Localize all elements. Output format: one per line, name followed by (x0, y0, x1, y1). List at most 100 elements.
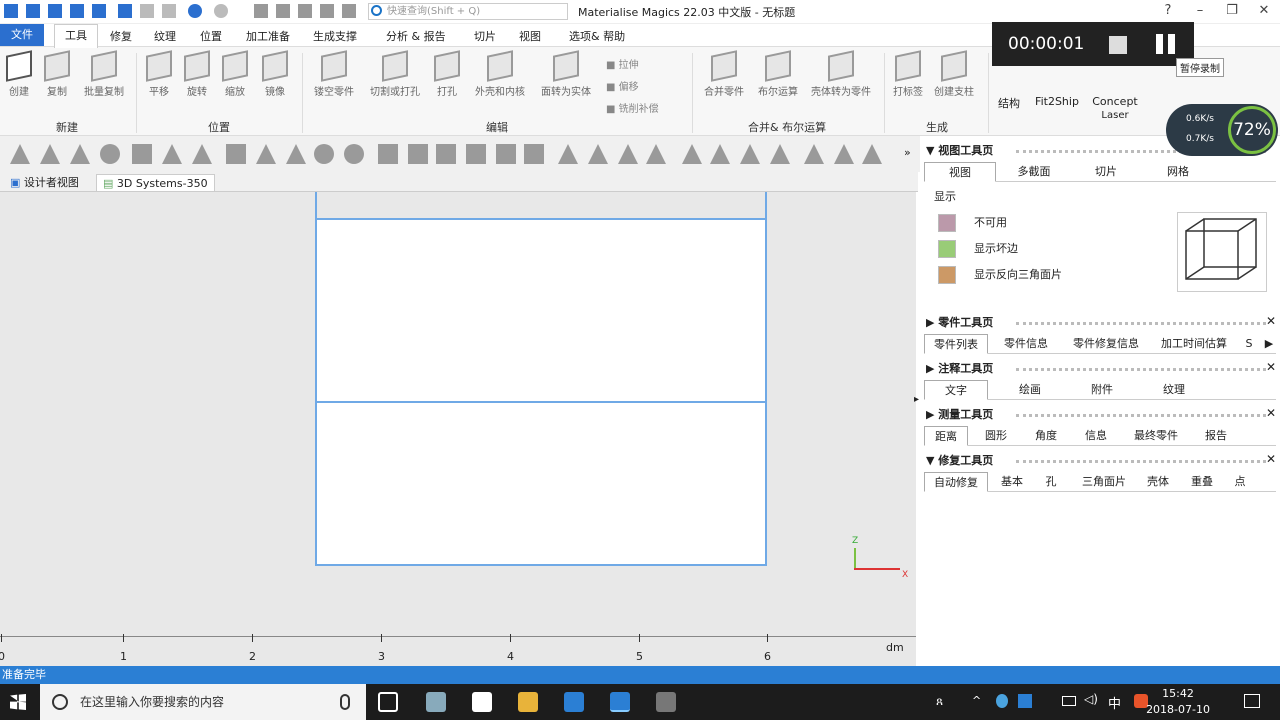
merge-parts-button[interactable]: 合并零件 (700, 50, 748, 98)
file-explorer-icon[interactable] (518, 692, 538, 712)
menu-tools[interactable]: 工具 (54, 24, 98, 48)
fit2ship-button[interactable]: Fit2Ship (1034, 95, 1080, 108)
shape-tool-icon[interactable] (10, 144, 30, 164)
menu-slice[interactable]: 切片 (474, 28, 496, 44)
taskbar-clock[interactable]: 15:42 2018-07-10 (1146, 686, 1210, 718)
menu-analysis[interactable]: 分析 & 报告 (386, 28, 446, 44)
zoom-icon[interactable] (276, 4, 290, 18)
export-icon[interactable] (140, 4, 154, 18)
tab-slice[interactable]: 切片 (1074, 162, 1138, 182)
recorder-app-icon[interactable] (656, 692, 676, 712)
maximize-button[interactable]: ❐ (1216, 0, 1248, 24)
menu-support[interactable]: 生成支撑 (313, 28, 357, 44)
shape-tool-icon[interactable] (804, 144, 824, 164)
close-measure-page-icon[interactable]: ✕ (1266, 406, 1276, 420)
ime-indicator[interactable]: 中 (1108, 693, 1121, 712)
tab-designer-view[interactable]: ▣ 设计者视图 (4, 174, 85, 192)
shape-tool-icon[interactable] (682, 144, 702, 164)
hollow-part-button[interactable]: 镂空零件 (310, 50, 358, 98)
tab-text[interactable]: 文字 (924, 380, 988, 400)
tab-report[interactable]: 报告 (1194, 426, 1238, 446)
shape-tool-icon[interactable] (314, 144, 334, 164)
shape-tool-icon[interactable] (70, 144, 90, 164)
parts-page-header[interactable]: ▶ 零件工具页 (926, 314, 993, 332)
people-icon[interactable]: ጸ (936, 694, 943, 709)
create-strut-button[interactable]: 创建支柱 (930, 50, 978, 98)
translate-button[interactable]: 平移 (144, 50, 174, 98)
view-icon[interactable] (254, 4, 268, 18)
cortana-icon[interactable] (52, 694, 68, 710)
help-button[interactable]: ? (1152, 0, 1184, 24)
menu-build-prep[interactable]: 加工准备 (246, 28, 290, 44)
shape-tool-icon[interactable] (496, 144, 516, 164)
microphone-icon[interactable] (340, 694, 350, 710)
save-icon[interactable] (70, 4, 84, 18)
tab-hole[interactable]: 孔 (1036, 472, 1066, 492)
tray-app-icon[interactable] (996, 694, 1008, 708)
menu-position[interactable]: 位置 (200, 28, 222, 44)
cut-punch-button[interactable]: 切割或打孔 (366, 50, 424, 98)
stop-recording-button[interactable] (1109, 36, 1127, 54)
tab-texture[interactable]: 纹理 (1142, 380, 1206, 400)
shape-tool-icon[interactable] (740, 144, 760, 164)
volume-icon[interactable]: ◁) (1084, 692, 1098, 706)
shape-tool-icon[interactable] (100, 144, 120, 164)
tab-view[interactable]: 视图 (924, 162, 996, 182)
tray-security-icon[interactable] (1018, 694, 1032, 708)
shape-tool-icon[interactable] (132, 144, 152, 164)
batch-copy-button[interactable]: 批量复制 (80, 50, 128, 98)
measure-page-header[interactable]: ▶ 测量工具页 (926, 406, 993, 424)
task-view-icon[interactable] (378, 692, 398, 712)
notification-icon[interactable] (1244, 694, 1260, 708)
view-cube[interactable] (1177, 212, 1267, 292)
shape-tool-icon[interactable] (558, 144, 578, 164)
tab-overflow[interactable]: S (1242, 334, 1256, 354)
shape-tool-icon[interactable] (646, 144, 666, 164)
tab-basic[interactable]: 基本 (994, 472, 1030, 492)
import-icon[interactable] (118, 4, 132, 18)
tab-mesh[interactable]: 网格 (1146, 162, 1210, 182)
shape-tool-icon[interactable] (862, 144, 882, 164)
shape-tool-icon[interactable] (524, 144, 544, 164)
new-file-icon[interactable] (26, 4, 40, 18)
tab-point[interactable]: 点 (1228, 472, 1252, 492)
shell-core-button[interactable]: 外壳和内核 (470, 50, 530, 98)
open-file-icon[interactable] (48, 4, 62, 18)
tab-multi-section[interactable]: 多截面 (1002, 162, 1066, 182)
tab-part-list[interactable]: 零件列表 (924, 334, 988, 354)
shape-tool-icon[interactable] (466, 144, 486, 164)
menu-repair[interactable]: 修复 (110, 28, 132, 44)
tab-info[interactable]: 信息 (1074, 426, 1118, 446)
save-as-icon[interactable] (92, 4, 106, 18)
menu-texture[interactable]: 纹理 (154, 28, 176, 44)
tab-scroll-right-icon[interactable]: ▶ (1262, 334, 1276, 354)
tray-expand-icon[interactable]: ^ (972, 694, 981, 707)
tab-draw[interactable]: 绘画 (998, 380, 1062, 400)
label-button[interactable]: 打标签 (890, 50, 926, 98)
shape-tool-icon[interactable] (618, 144, 638, 164)
shape-tool-icon[interactable] (40, 144, 60, 164)
offset-button[interactable]: ■ 偏移 (606, 77, 659, 99)
tab-angle[interactable]: 角度 (1024, 426, 1068, 446)
view-page-header[interactable]: ▼ 视图工具页 (926, 142, 993, 160)
tab-circle[interactable]: 圆形 (974, 426, 1018, 446)
mill-compensation-button[interactable]: ■ 铣削补偿 (606, 99, 659, 121)
tab-auto-repair[interactable]: 自动修复 (924, 472, 988, 492)
undo-icon[interactable] (188, 4, 202, 18)
shape-tool-icon[interactable] (344, 144, 364, 164)
battery-icon[interactable] (1062, 696, 1076, 706)
collapse-panel-icon[interactable]: ▸ (914, 394, 919, 405)
scale-button[interactable]: 缩放 (220, 50, 250, 98)
tab-part-repair-info[interactable]: 零件修复信息 (1064, 334, 1148, 354)
display-bad-edges[interactable]: 显示坏边 (938, 238, 1018, 260)
more-tools-icon[interactable]: » (904, 146, 911, 159)
mail-icon[interactable] (472, 692, 492, 712)
surface-to-solid-button[interactable]: 面转为实体 (536, 50, 596, 98)
tab-part-info[interactable]: 零件信息 (994, 334, 1058, 354)
menu-view[interactable]: 视图 (519, 28, 541, 44)
close-button[interactable]: ✕ (1248, 0, 1280, 24)
extrude-button[interactable]: ■ 拉伸 (606, 55, 659, 77)
repair-page-header[interactable]: ▼ 修复工具页 (926, 452, 993, 470)
windows-start-icon[interactable] (10, 694, 26, 710)
close-repair-page-icon[interactable]: ✕ (1266, 452, 1276, 466)
